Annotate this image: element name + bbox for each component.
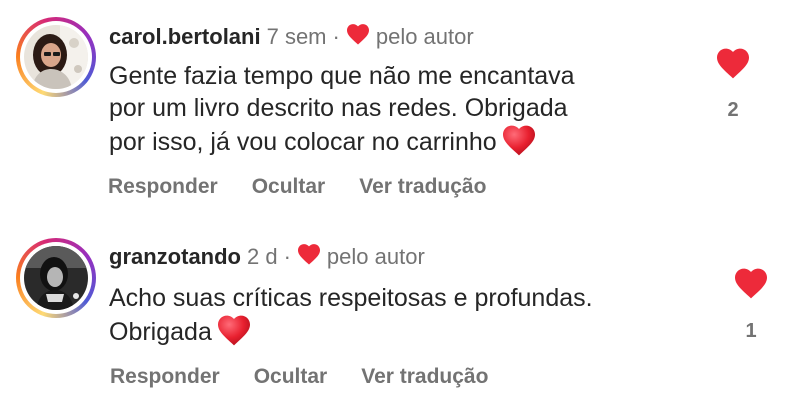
see-translation-button[interactable]: Ver tradução: [361, 365, 488, 389]
timestamp: 7 sem: [266, 24, 327, 49]
like-count[interactable]: 2: [718, 99, 748, 122]
avatar-story-ring[interactable]: [16, 238, 96, 318]
reply-button[interactable]: Responder: [108, 175, 218, 199]
comment-header: carol.bertolani 7 sem · pelo autor: [109, 23, 474, 51]
heart-icon: [297, 243, 321, 271]
comment-actions: Responder Ocultar Ver tradução: [110, 365, 488, 389]
separator-dot: ·: [332, 24, 340, 49]
username[interactable]: granzotando: [109, 244, 241, 270]
comment-text-line-with-emoji: por isso, já vou colocar no carrinho: [109, 124, 575, 164]
avatar[interactable]: [24, 246, 88, 310]
like-count[interactable]: 1: [736, 320, 766, 343]
liked-by-author-label: pelo autor: [375, 24, 474, 49]
comment-text: Gente fazia tempo que não me encantava p…: [109, 60, 575, 164]
comment-actions: Responder Ocultar Ver tradução: [108, 175, 486, 199]
heart-icon: [346, 23, 370, 51]
comment-header: granzotando 2 d · pelo autor: [109, 243, 425, 271]
separator-dot: ·: [283, 244, 291, 269]
like-heart-icon[interactable]: [733, 267, 769, 304]
avatar[interactable]: [24, 25, 88, 89]
username[interactable]: carol.bertolani: [109, 24, 261, 50]
avatar-border: [20, 21, 92, 93]
like-heart-icon[interactable]: [715, 47, 751, 84]
comment-text-line: Obrigada: [109, 318, 212, 346]
liked-by-author-label: pelo autor: [326, 244, 425, 269]
hide-button[interactable]: Ocultar: [254, 365, 328, 389]
heart-emoji-icon: [501, 124, 537, 164]
avatar-story-ring[interactable]: [16, 17, 96, 97]
comment-item: granzotando 2 d · pelo autor Acho suas c…: [0, 210, 788, 417]
comment-text-line: Gente fazia tempo que não me encantava: [109, 62, 575, 90]
comment-text-line-with-emoji: Obrigada: [109, 314, 593, 354]
avatar-image: [24, 246, 88, 310]
see-translation-button[interactable]: Ver tradução: [359, 175, 486, 199]
comment-item: carol.bertolani 7 sem · pelo autor Gente…: [0, 0, 788, 210]
comment-text: Acho suas críticas respeitosas e profund…: [109, 282, 593, 354]
avatar-image: [24, 25, 88, 89]
comment-text-line: por isso, já vou colocar no carrinho: [109, 128, 497, 156]
avatar-border: [20, 242, 92, 314]
comment-text-line: por um livro descrito nas redes. Obrigad…: [109, 94, 568, 122]
heart-emoji-icon: [216, 314, 252, 354]
reply-button[interactable]: Responder: [110, 365, 220, 389]
hide-button[interactable]: Ocultar: [252, 175, 326, 199]
timestamp: 2 d: [247, 244, 278, 269]
comment-text-line: Acho suas críticas respeitosas e profund…: [109, 284, 593, 312]
